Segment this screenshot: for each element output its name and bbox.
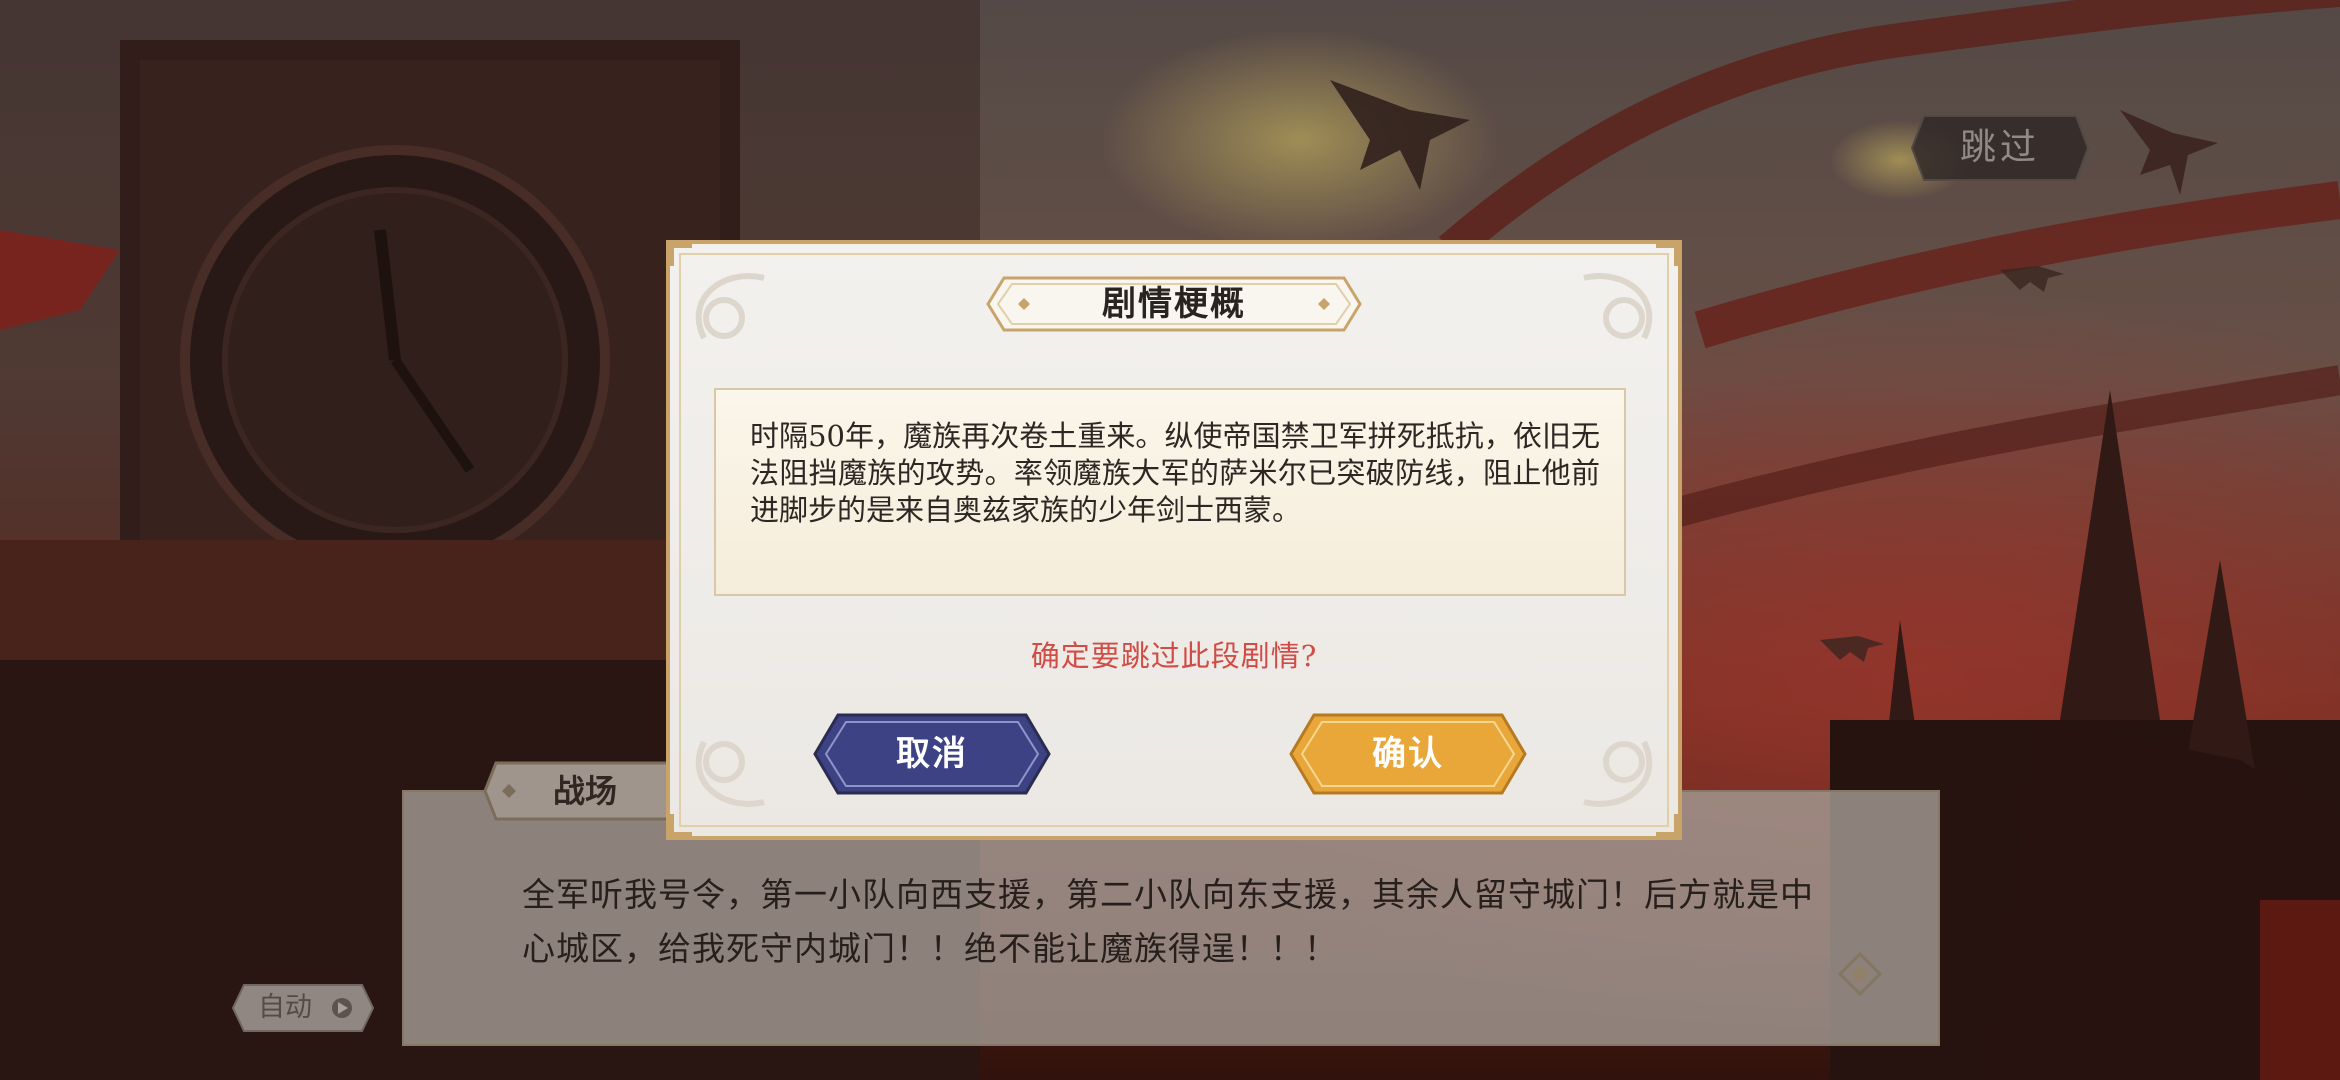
skip-confirm-dialog: 剧情梗概 时隔50年，魔族再次卷土重来。纵使帝国禁卫军拼死抵抗，依旧无法阻挡魔族… bbox=[664, 238, 1684, 842]
story-summary-text: 时隔50年，魔族再次卷土重来。纵使帝国禁卫军拼死抵抗，依旧无法阻挡魔族的攻势。率… bbox=[750, 419, 1600, 527]
story-summary-panel: 时隔50年，魔族再次卷土重来。纵使帝国禁卫军拼死抵抗，依旧无法阻挡魔族的攻势。率… bbox=[714, 388, 1626, 596]
dialog-title-plate: 剧情梗概 bbox=[984, 274, 1364, 334]
cancel-button[interactable]: 取消 bbox=[812, 712, 1052, 796]
confirm-label: 确认 bbox=[1372, 734, 1444, 774]
skip-confirm-question: 确定要跳过此段剧情? bbox=[1030, 639, 1318, 673]
cancel-label: 取消 bbox=[896, 734, 968, 774]
game-screen: 跳过 全军听我号令，第一小队向西支援，第二小队向东支援，其余人留守城门！后方就是… bbox=[0, 0, 2340, 1080]
dialog-title: 剧情梗概 bbox=[1102, 284, 1246, 324]
confirm-button[interactable]: 确认 bbox=[1288, 712, 1528, 796]
